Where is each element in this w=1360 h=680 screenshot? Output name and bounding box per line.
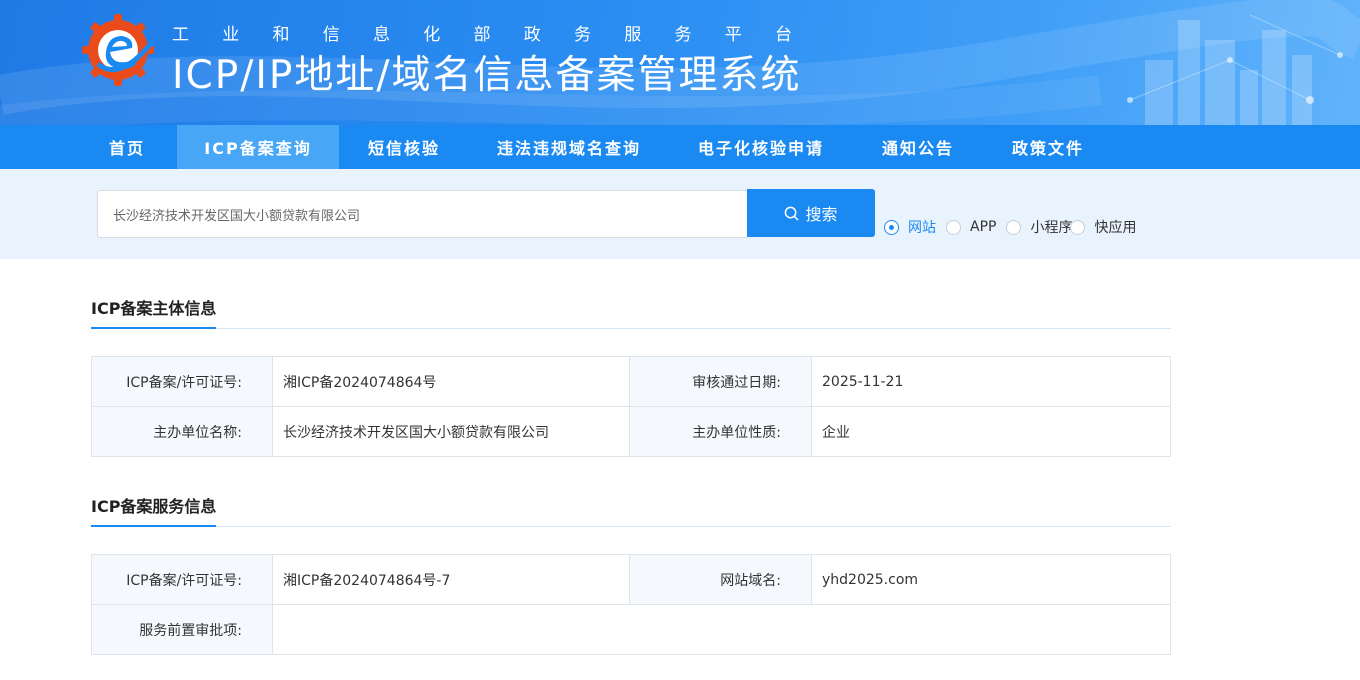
nav-sms-verify[interactable]: 短信核验 — [339, 125, 469, 169]
miit-logo-icon — [82, 14, 154, 86]
table-row: 服务前置审批项: — [91, 604, 1171, 655]
radio-label: 小程序 — [1030, 220, 1073, 236]
main-nav: 首页 ICP备案查询 短信核验 违法违规域名查询 电子化核验申请 通知公告 政策… — [0, 125, 1360, 169]
subtitle-char: 服 — [624, 25, 642, 45]
subject-date-label: 审核通过日期: — [629, 356, 812, 407]
nav-illegal-domain-query[interactable]: 违法违规域名查询 — [469, 125, 669, 169]
table-row: ICP备案/许可证号: 湘ICP备2024074864号 审核通过日期: 202… — [91, 356, 1171, 407]
header-banner: 工 业 和 信 息 化 部 政 务 服 务 平 台 ICP/IP地址/域名信息备案管理系统 — [0, 0, 1360, 125]
subtitle-char: 台 — [775, 25, 792, 45]
service-domain-label: 网站域名: — [629, 554, 812, 605]
radio-dot — [1006, 219, 1022, 235]
site-subtitle: 工业和信息化部政务服务平台 — [172, 20, 792, 45]
subtitle-char: 信 — [322, 25, 340, 45]
radio-mini-program[interactable]: 小程序 — [1006, 217, 1072, 237]
service-license-label: ICP备案/许可证号: — [91, 554, 273, 605]
subtitle-char: 化 — [423, 25, 441, 45]
service-domain-value: yhd2025.com — [811, 554, 1171, 605]
service-approval-value — [272, 604, 1171, 655]
subject-info-table: ICP备案/许可证号: 湘ICP备2024074864号 审核通过日期: 202… — [91, 356, 1171, 457]
radio-dot — [946, 219, 961, 235]
nav-notices[interactable]: 通知公告 — [853, 125, 983, 169]
table-row: ICP备案/许可证号: 湘ICP备2024074864号-7 网站域名: yhd… — [91, 554, 1171, 605]
subject-section-title: ICP备案主体信息 — [91, 295, 217, 329]
service-info-table: ICP备案/许可证号: 湘ICP备2024074864号-7 网站域名: yhd… — [91, 554, 1171, 655]
service-approval-label: 服务前置审批项: — [91, 604, 273, 655]
radio-label: 快应用 — [1094, 220, 1137, 236]
search-input[interactable] — [97, 190, 748, 238]
subject-org-label: 主办单位名称: — [91, 406, 273, 457]
search-button-label: 搜索 — [805, 205, 838, 224]
search-band: 搜索 网站 APP 小程序 快应用 — [0, 169, 1360, 259]
radio-label: 网站 — [908, 220, 936, 236]
site-title: ICP/IP地址/域名信息备案管理系统 — [172, 53, 802, 98]
service-section-title: ICP备案服务信息 — [91, 493, 217, 527]
subject-date-value: 2025-11-21 — [811, 356, 1171, 407]
subject-nature-label: 主办单位性质: — [629, 406, 812, 457]
service-license-value: 湘ICP备2024074864号-7 — [272, 554, 630, 605]
search-icon — [785, 206, 799, 220]
service-section-header: ICP备案服务信息 — [91, 489, 1171, 527]
subject-section-header: ICP备案主体信息 — [91, 291, 1171, 329]
subtitle-char: 工 — [172, 25, 189, 45]
subtitle-char: 务 — [574, 25, 591, 45]
radio-website[interactable]: 网站 — [884, 217, 936, 237]
subject-org-value: 长沙经济技术开发区国大小额贷款有限公司 — [272, 406, 630, 457]
subtitle-char: 部 — [473, 25, 491, 45]
subject-license-value: 湘ICP备2024074864号 — [272, 356, 630, 407]
subtitle-char: 政 — [523, 25, 541, 45]
subject-nature-value: 企业 — [811, 406, 1171, 457]
nav-e-verify-apply[interactable]: 电子化核验申请 — [669, 125, 853, 169]
radio-quick-app[interactable]: 快应用 — [1070, 217, 1136, 237]
subtitle-char: 和 — [272, 25, 290, 45]
radio-dot — [1070, 219, 1086, 235]
subtitle-char: 息 — [373, 25, 390, 45]
subject-license-label: ICP备案/许可证号: — [91, 356, 273, 407]
radio-dot — [884, 219, 899, 235]
subtitle-char: 务 — [674, 25, 692, 45]
subtitle-char: 业 — [222, 25, 240, 45]
radio-app[interactable]: APP — [946, 219, 996, 235]
nav-home[interactable]: 首页 — [77, 125, 177, 169]
nav-icp-query[interactable]: ICP备案查询 — [177, 125, 339, 169]
table-row: 主办单位名称: 长沙经济技术开发区国大小额贷款有限公司 主办单位性质: 企业 — [91, 406, 1171, 457]
nav-policy-docs[interactable]: 政策文件 — [983, 125, 1113, 169]
subtitle-char: 平 — [724, 25, 742, 45]
search-button[interactable]: 搜索 — [747, 189, 875, 237]
radio-label: APP — [970, 219, 997, 235]
search-type-radios: 网站 APP 小程序 快应用 — [884, 218, 1146, 236]
